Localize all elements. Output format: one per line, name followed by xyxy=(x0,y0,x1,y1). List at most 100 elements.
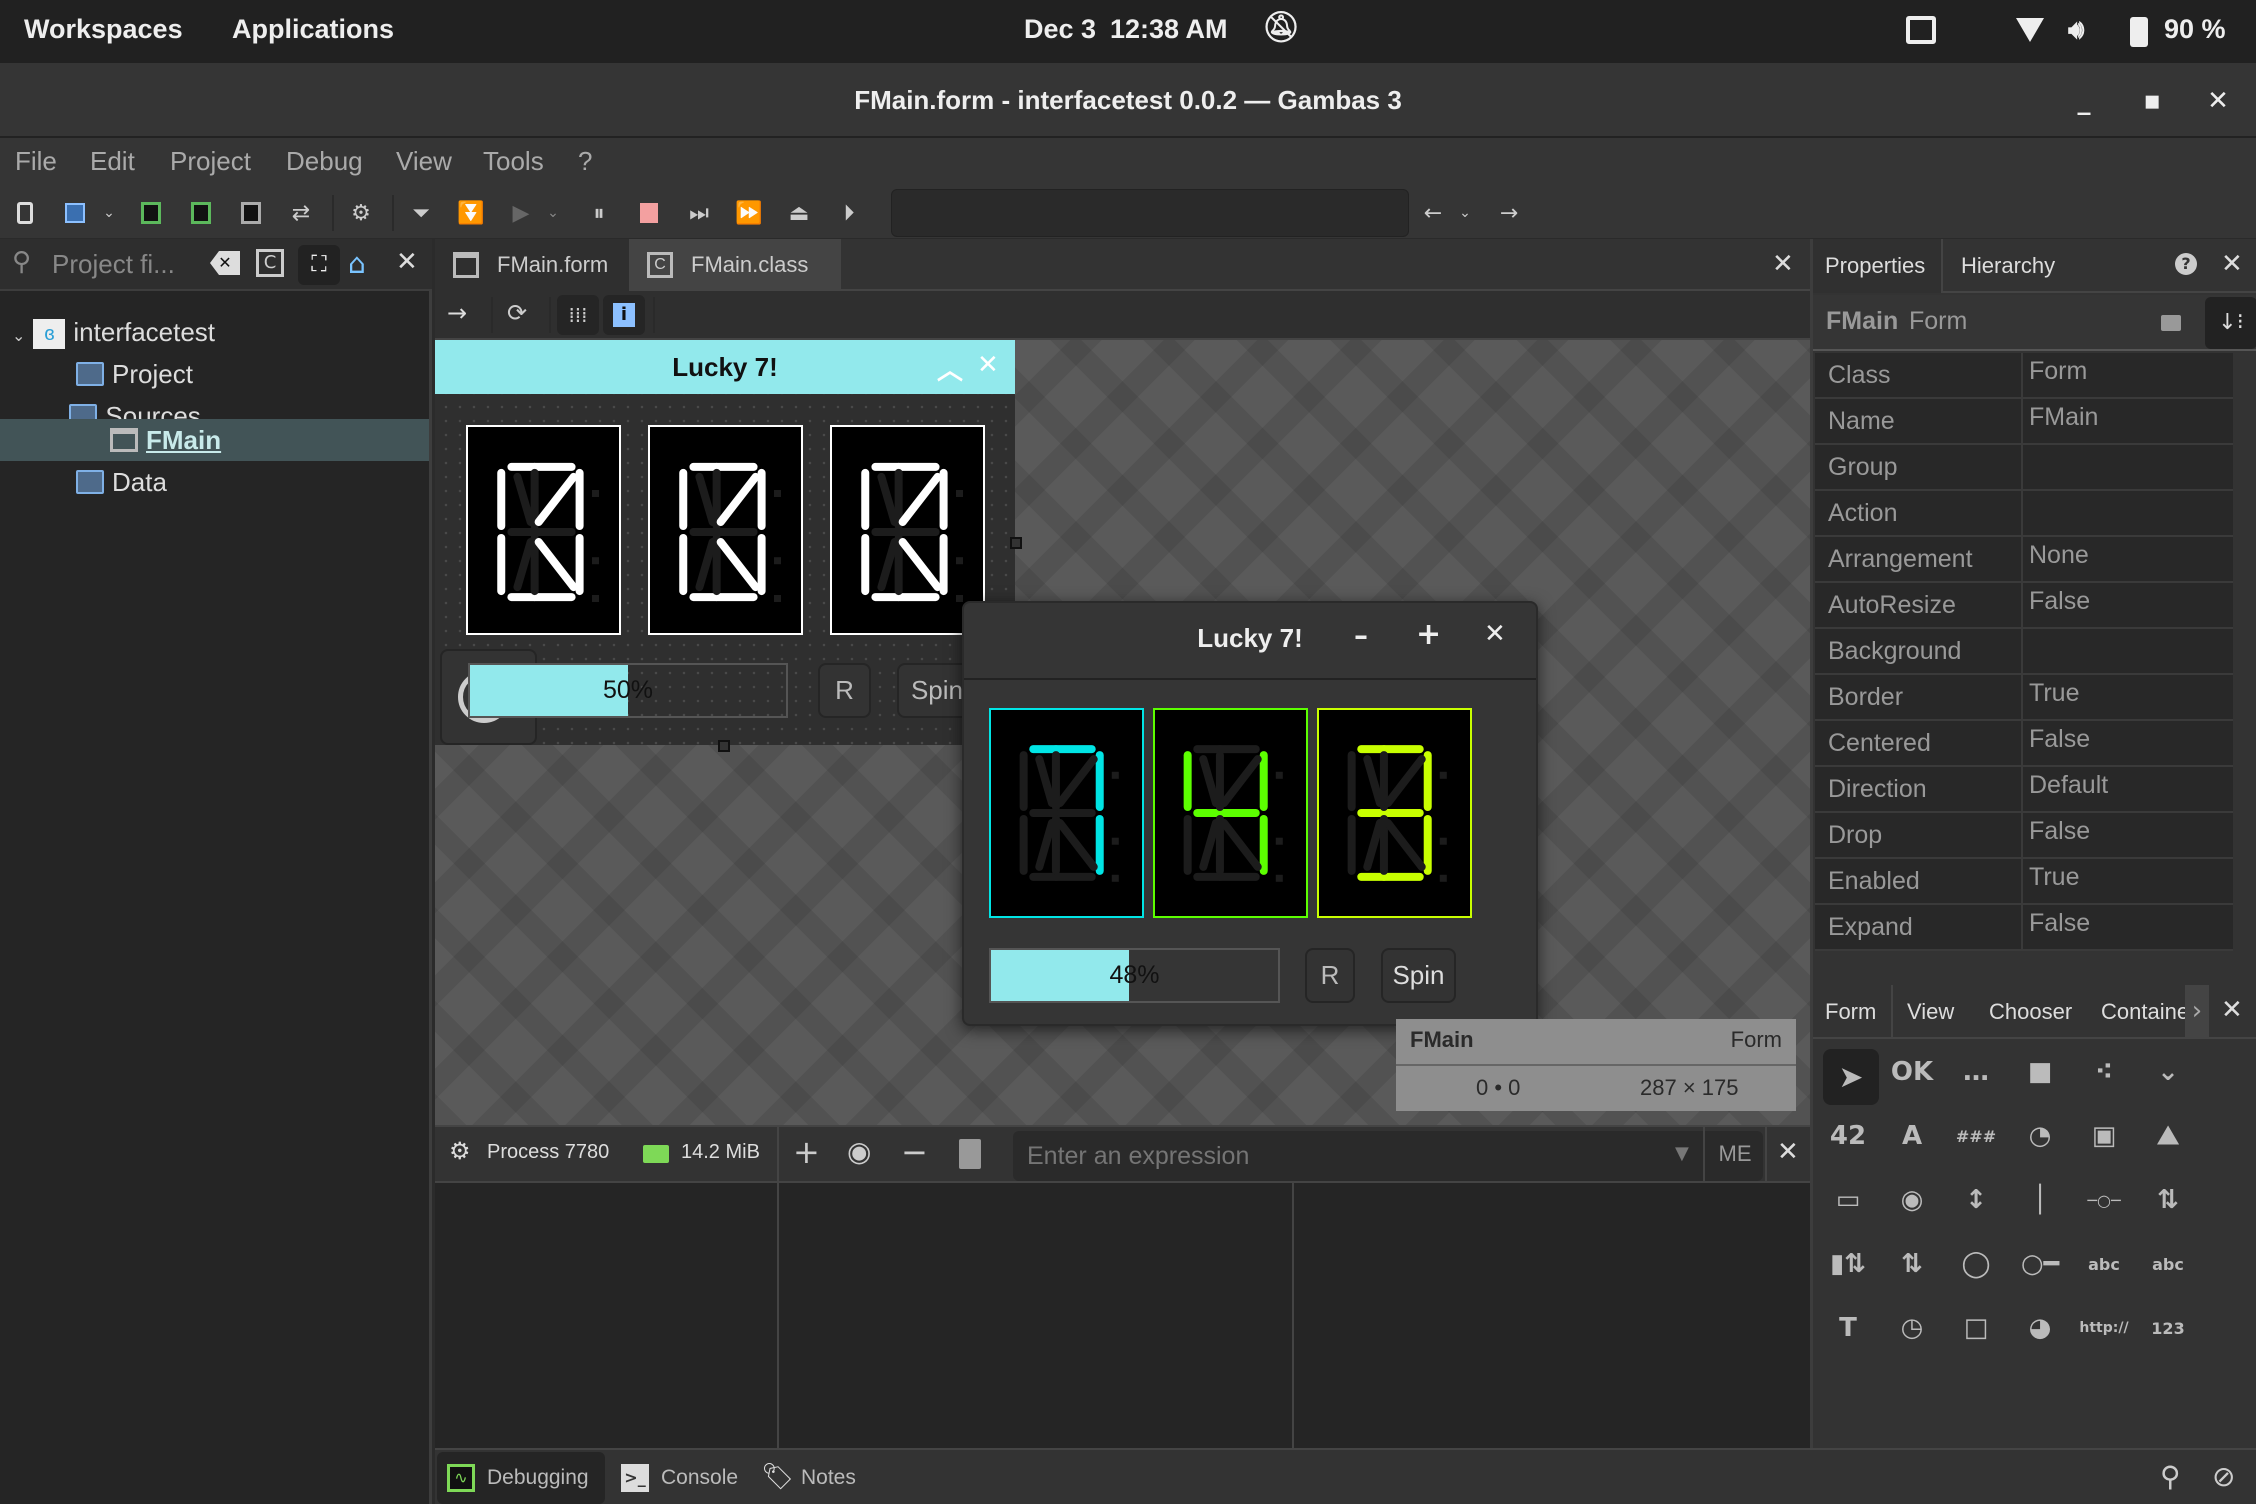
expression-input-box[interactable]: ▼ xyxy=(1013,1131,1763,1181)
compile-icon[interactable] xyxy=(236,198,266,228)
tool-scrollbar-icon[interactable]: ↕ xyxy=(1951,1177,2001,1223)
property-value[interactable]: FMain xyxy=(2029,403,2098,432)
tool-lcd-number-icon[interactable]: 42 xyxy=(1823,1113,1873,1159)
properties-icon[interactable]: ⇄ xyxy=(286,198,316,228)
new-icon[interactable] xyxy=(10,198,40,228)
step-icon[interactable]: ⏭ xyxy=(684,198,714,228)
save-all-icon[interactable] xyxy=(186,198,216,228)
run-dropdown-icon[interactable]: ⌄ xyxy=(538,198,568,228)
property-row[interactable]: Direction Default xyxy=(1815,767,2233,813)
running-form-window[interactable]: Lucky 7! – + ✕ 48% R Spin xyxy=(962,601,1538,1026)
tool-masked-box-icon[interactable]: ### xyxy=(1951,1113,2001,1159)
tab-debugging[interactable]: ∿ Debugging xyxy=(437,1452,605,1504)
project-filter-input[interactable]: Project fi... xyxy=(52,249,175,280)
open-dropdown-icon[interactable]: ⌄ xyxy=(94,198,124,228)
settings-icon[interactable]: ⚙ xyxy=(346,198,376,228)
filter-all-icon[interactable]: ⏬ xyxy=(456,198,486,228)
property-value[interactable]: False xyxy=(2029,817,2090,846)
tool-text-area-icon[interactable]: abc xyxy=(2079,1241,2129,1287)
open-icon[interactable] xyxy=(60,198,90,228)
refresh-icon[interactable]: ⟳ xyxy=(507,299,527,327)
property-value[interactable]: None xyxy=(2029,541,2089,570)
volume-icon[interactable]: 🔊︎ xyxy=(2068,14,2084,46)
window-title-bar[interactable]: FMain.form - interfacetest 0.0.2 — Gamba… xyxy=(0,63,2256,138)
save-icon[interactable] xyxy=(136,198,166,228)
menu-debug[interactable]: Debug xyxy=(286,146,363,177)
tab-view[interactable]: View xyxy=(1907,999,1954,1025)
property-value[interactable]: Form xyxy=(2029,357,2087,386)
watch-icon[interactable]: ◉ xyxy=(847,1135,871,1168)
property-value[interactable]: False xyxy=(2029,725,2090,754)
stop-icon[interactable] xyxy=(634,198,664,228)
close-panel-icon[interactable]: ✕ xyxy=(396,247,418,277)
property-row[interactable]: Action xyxy=(1815,491,2233,537)
resize-handle[interactable] xyxy=(1010,537,1022,549)
home-icon[interactable]: ⌂ xyxy=(348,247,366,280)
property-row[interactable]: Border True xyxy=(1815,675,2233,721)
tree-item-project[interactable]: Project xyxy=(76,353,193,395)
run-icon[interactable]: ▶ xyxy=(506,198,536,228)
battery-charging-icon[interactable] xyxy=(2130,17,2148,47)
tool-button-box-icon[interactable]: … xyxy=(1951,1049,2001,1095)
tool-url-label-icon[interactable]: http:// xyxy=(2079,1305,2129,1351)
tab-properties[interactable]: Properties xyxy=(1813,239,1943,293)
close-toolbox-icon[interactable]: ✕ xyxy=(2221,995,2243,1025)
design-digit-1[interactable] xyxy=(466,425,621,635)
clear-filter-icon[interactable]: ✕ xyxy=(210,251,240,275)
tool-value-box-icon[interactable]: 123 xyxy=(2143,1305,2193,1351)
workspaces-button[interactable]: Workspaces xyxy=(24,14,183,45)
tree-item-data[interactable]: Data xyxy=(76,461,167,503)
remove-watch-icon[interactable]: − xyxy=(901,1133,928,1171)
property-row[interactable]: Name FMain xyxy=(1815,399,2233,445)
tab-hierarchy[interactable]: Hierarchy xyxy=(1961,253,2055,279)
property-row[interactable]: Arrangement None xyxy=(1815,537,2233,583)
design-reset-button[interactable]: R xyxy=(818,663,871,718)
property-row[interactable]: Enabled True xyxy=(1815,859,2233,905)
property-value[interactable]: False xyxy=(2029,909,2090,938)
wifi-icon[interactable] xyxy=(2016,18,2044,42)
tool-separator-icon[interactable]: │ xyxy=(2015,1177,2065,1223)
chevron-right-icon[interactable]: › xyxy=(2185,985,2209,1037)
tool-radio-group-icon[interactable]: ⁖ xyxy=(2079,1049,2129,1095)
close-panel-icon[interactable]: ✕ xyxy=(2221,249,2243,279)
design-digit-2[interactable] xyxy=(648,425,803,635)
property-value[interactable]: False xyxy=(2029,587,2090,616)
date-label[interactable]: Dec 3 xyxy=(1024,14,1096,45)
grid-icon[interactable]: ⁞⁞⁞ xyxy=(557,295,599,335)
lock-icon[interactable] xyxy=(2161,315,2181,331)
spin-button[interactable]: Spin xyxy=(1381,948,1456,1003)
menu-tools[interactable]: Tools xyxy=(483,146,544,177)
property-row[interactable]: AutoResize False xyxy=(1815,583,2233,629)
filter-icon[interactable]: ⏷ xyxy=(406,198,436,228)
maximize-button[interactable]: + xyxy=(1416,617,1441,652)
menu-edit[interactable]: Edit xyxy=(90,146,135,177)
close-button[interactable]: ✕ xyxy=(1484,619,1506,649)
screen-share-icon[interactable] xyxy=(1906,16,1936,44)
close-debug-icon[interactable]: ✕ xyxy=(1777,1137,1799,1167)
tool-spinner-icon[interactable]: ◯ xyxy=(1951,1241,2001,1287)
forward-nav-icon[interactable]: → xyxy=(1494,198,1524,228)
tool-text-box-icon[interactable]: abc xyxy=(2143,1241,2193,1287)
disable-icon[interactable]: ⊘ xyxy=(2212,1460,2235,1493)
tool-checkbox-icon[interactable]: ■ xyxy=(2015,1049,2065,1095)
close-tab-icon[interactable]: ✕ xyxy=(1772,249,1794,279)
tree-item-fmain[interactable]: FMain xyxy=(110,419,221,461)
tab-chooser[interactable]: Chooser xyxy=(1989,999,2072,1025)
eject-icon[interactable]: ⏏ xyxy=(784,198,814,228)
tab-notes[interactable]: 🏷︎ Notes xyxy=(755,1452,865,1504)
menu-help[interactable]: ? xyxy=(578,146,592,177)
tool-movie-box-icon[interactable]: ▣ xyxy=(2079,1113,2129,1159)
property-row[interactable]: Group xyxy=(1815,445,2233,491)
tool-slider-icon[interactable]: ─○─ xyxy=(2079,1177,2129,1223)
tool-slider-box-icon[interactable]: ⇅ xyxy=(2143,1177,2193,1223)
expression-input[interactable] xyxy=(1027,1137,1627,1175)
notifications-off-icon[interactable]: 🔕︎ xyxy=(1262,10,1300,45)
tree-view-icon[interactable]: ⛶ xyxy=(298,245,340,285)
design-form[interactable]: Lucky 7! ︿ ✕ 50% R Spin xyxy=(435,340,1022,752)
pause-icon[interactable]: ⏸ xyxy=(584,198,614,228)
property-value[interactable]: True xyxy=(2029,679,2079,708)
back-icon[interactable]: ← xyxy=(1418,198,1448,228)
reset-button[interactable]: R xyxy=(1305,948,1355,1003)
zoom-in-icon[interactable]: ⚲ xyxy=(2160,1460,2181,1493)
chevron-up-icon[interactable]: ︿ xyxy=(937,350,963,387)
